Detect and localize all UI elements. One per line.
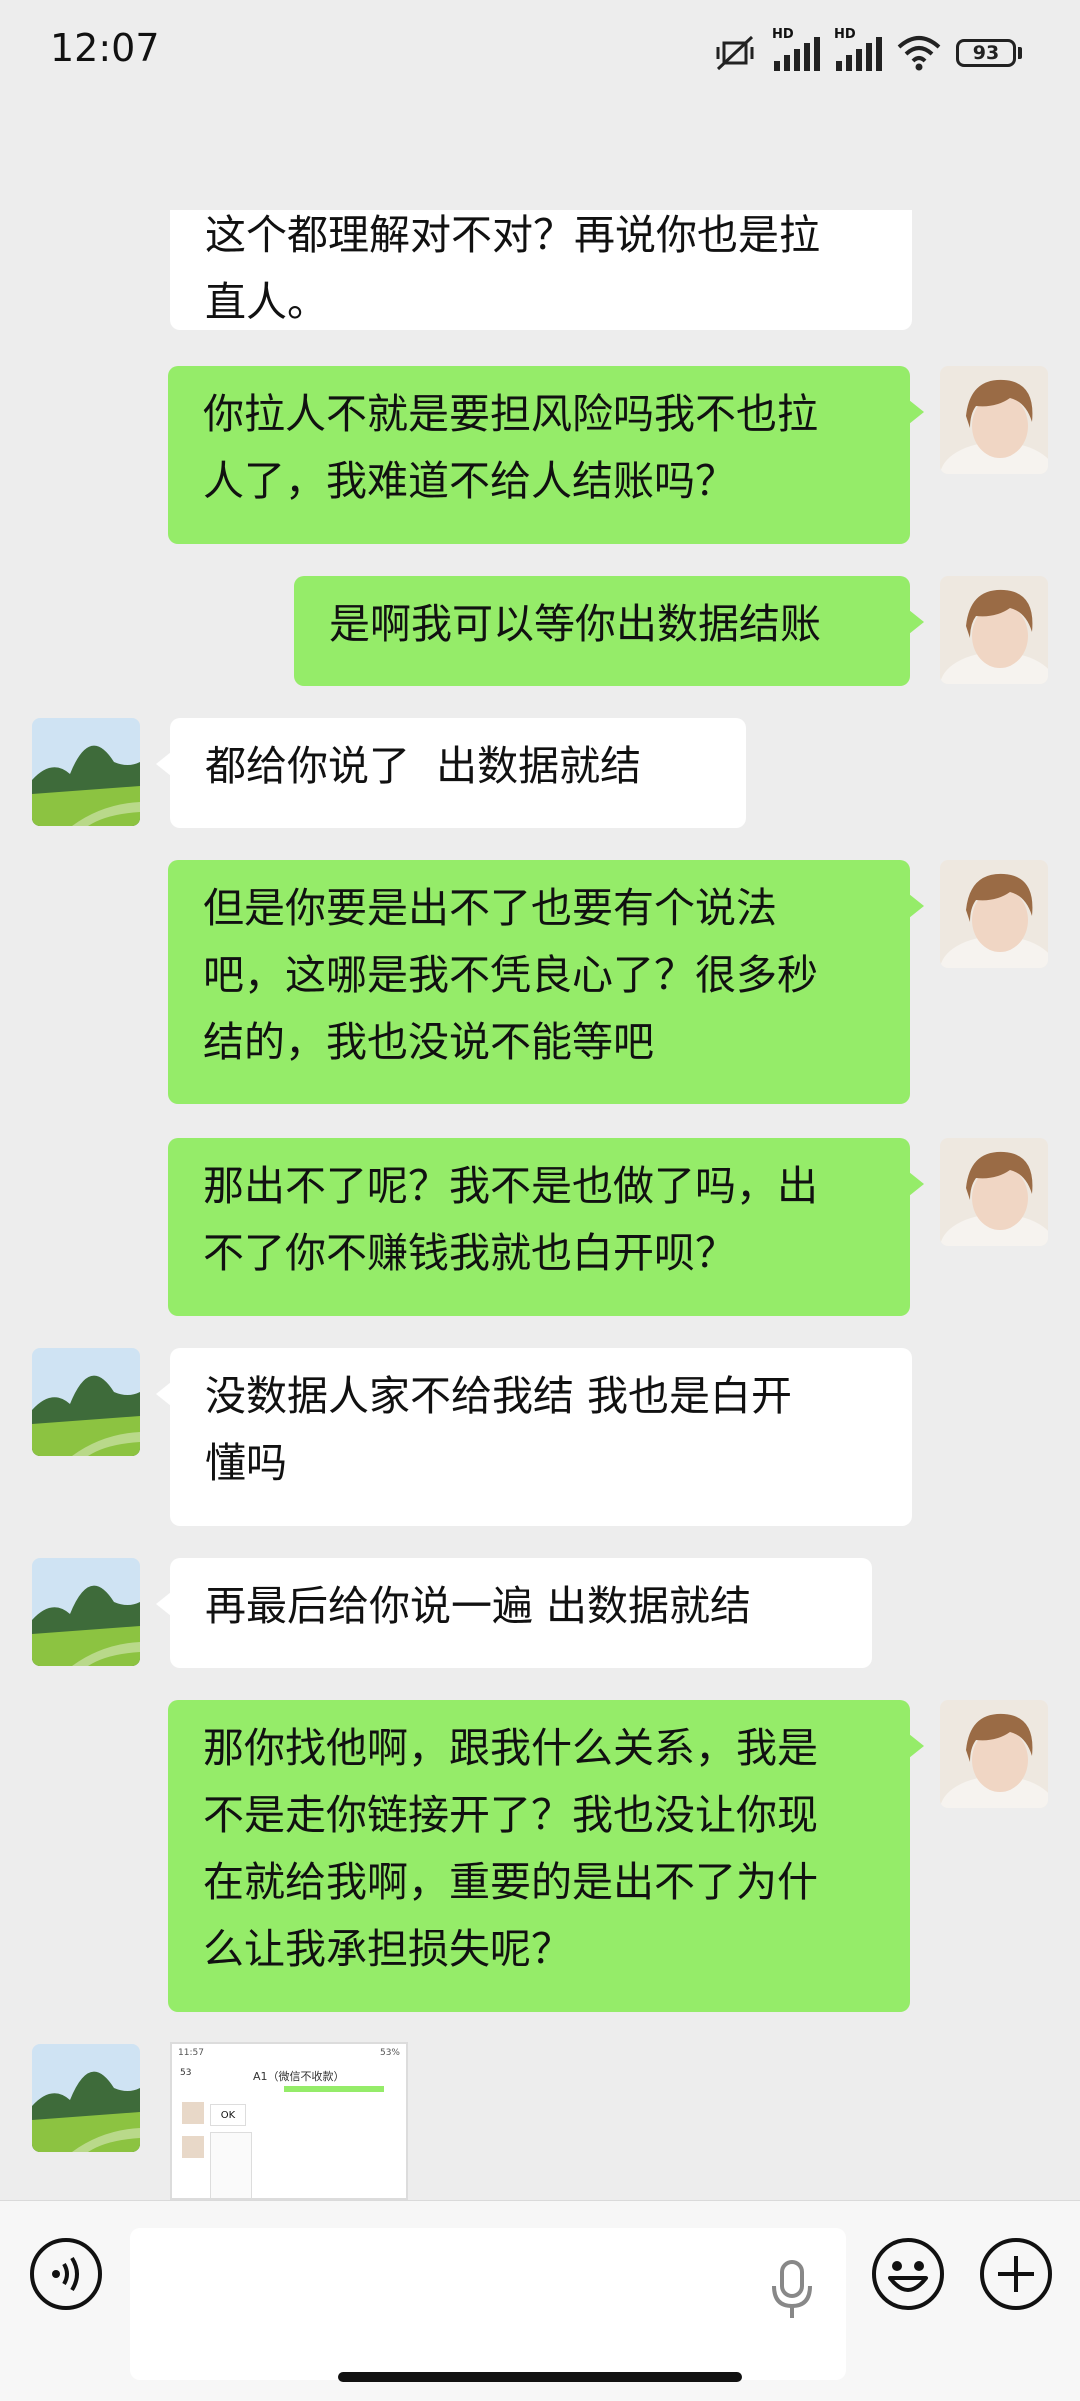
message-line: 这个都理解对不对？再说你也是拉	[205, 211, 820, 259]
message-line: 那你找他啊，跟我什么关系，我是	[203, 1724, 818, 1772]
thumb-battery: 53%	[379, 2048, 400, 2058]
message-line: 么让我承担损失呢？	[203, 1925, 572, 1973]
message-bubble-incoming[interactable]: 没数据人家不给我结 我也是白开 懂吗	[156, 1348, 912, 1526]
thumb-chat-title: A1（微信不收款）	[252, 2070, 345, 2083]
message-line: 都给你说了 出数据就结	[205, 742, 642, 790]
thumb-green-bar	[284, 2086, 384, 2092]
home-indicator[interactable]	[338, 2372, 742, 2382]
message-line: 是啊我可以等你出数据结账	[329, 600, 821, 648]
message-bubble-incoming[interactable]: 都给你说了 出数据就结	[156, 718, 746, 828]
message-bubble-incoming[interactable]: 再最后给你说一遍 出数据就结	[156, 1558, 872, 1668]
message-bubble-incoming[interactable]: 这个都理解对不对？再说你也是拉 直人。	[170, 210, 912, 330]
signal-icon-2: HD	[834, 27, 882, 73]
thumb-card	[210, 2132, 252, 2198]
message-line: 那出不了呢？我不是也做了吗，出	[203, 1162, 818, 1210]
contact-avatar[interactable]	[32, 1558, 140, 1666]
message-line: 直人。	[205, 278, 328, 326]
message-line: 懂吗	[205, 1439, 287, 1487]
my-avatar[interactable]	[940, 1138, 1048, 1246]
chat-message-list[interactable]: 这个都理解对不对？再说你也是拉 直人。 你拉人不就是要担风险吗我不也拉 人了，我…	[0, 210, 1080, 2200]
status-bar: 12:07 HD HD 93	[0, 0, 1080, 100]
message-bubble-outgoing[interactable]: 是啊我可以等你出数据结账	[294, 576, 924, 686]
voice-icon[interactable]	[28, 2236, 104, 2316]
image-message-thumbnail[interactable]: 11:57 53% 53 A1（微信不收款） OK	[170, 2042, 408, 2200]
message-bubble-outgoing[interactable]: 那你找他啊，跟我什么关系，我是 不是走你链接开了？我也没让你现 在就给我啊，重要…	[168, 1700, 924, 2012]
message-line: 结的，我也没说不能等吧	[203, 1018, 654, 1066]
message-input[interactable]	[130, 2228, 846, 2380]
message-line: 你拉人不就是要担风险吗我不也拉	[203, 390, 818, 438]
message-bubble-outgoing[interactable]: 那出不了呢？我不是也做了吗，出 不了你不赚钱我就也白开呗？	[168, 1138, 924, 1316]
thumb-avatar-2	[182, 2136, 204, 2158]
contact-avatar[interactable]	[32, 2044, 140, 2152]
message-line: 没数据人家不给我结 我也是白开	[205, 1372, 793, 1420]
mic-icon[interactable]	[770, 2258, 814, 2326]
status-icons: HD HD 93	[712, 27, 1022, 78]
message-line: 再最后给你说一遍 出数据就结	[205, 1582, 752, 1630]
message-line: 不是走你链接开了？我也没让你现	[203, 1791, 818, 1839]
emoji-icon[interactable]	[870, 2236, 946, 2316]
battery-icon: 93	[956, 39, 1022, 67]
thumb-avatar	[182, 2102, 204, 2124]
message-line: 人了，我难道不给人结账吗？	[203, 457, 736, 505]
battery-level: 93	[956, 39, 1016, 67]
message-line: 在就给我啊，重要的是出不了为什	[203, 1858, 818, 1906]
my-avatar[interactable]	[940, 860, 1048, 968]
message-bubble-outgoing[interactable]: 但是你要是出不了也要有个说法 吧，这哪是我不凭良心了？很多秒 结的，我也没说不能…	[168, 860, 924, 1104]
thumb-reply: OK	[210, 2104, 246, 2126]
message-line: 但是你要是出不了也要有个说法	[203, 884, 777, 932]
signal-icon: HD	[772, 27, 820, 73]
plus-icon[interactable]	[978, 2236, 1054, 2316]
thumb-unread: 53	[180, 2068, 192, 2078]
battery-tip	[1018, 47, 1022, 59]
my-avatar[interactable]	[940, 366, 1048, 474]
contact-avatar[interactable]	[32, 718, 140, 826]
hd-label: HD	[772, 27, 794, 42]
thumb-status-time: 11:57	[178, 2048, 204, 2058]
message-line: 吧，这哪是我不凭良心了？很多秒	[203, 951, 818, 999]
my-avatar[interactable]	[940, 1700, 1048, 1808]
contact-avatar[interactable]	[32, 1348, 140, 1456]
thumb-title: 53 A1（微信不收款）	[172, 2068, 406, 2084]
wifi-icon	[896, 33, 942, 73]
my-avatar[interactable]	[940, 576, 1048, 684]
mute-vibrate-icon	[712, 33, 758, 73]
thumb-status-row: 11:57 53%	[172, 2044, 406, 2066]
status-time: 12:07	[50, 26, 160, 70]
message-bubble-outgoing[interactable]: 你拉人不就是要担风险吗我不也拉 人了，我难道不给人结账吗？	[168, 366, 924, 544]
hd-label-2: HD	[834, 27, 856, 42]
chat-header	[0, 100, 1080, 210]
message-line: 不了你不赚钱我就也白开呗？	[203, 1229, 736, 1277]
